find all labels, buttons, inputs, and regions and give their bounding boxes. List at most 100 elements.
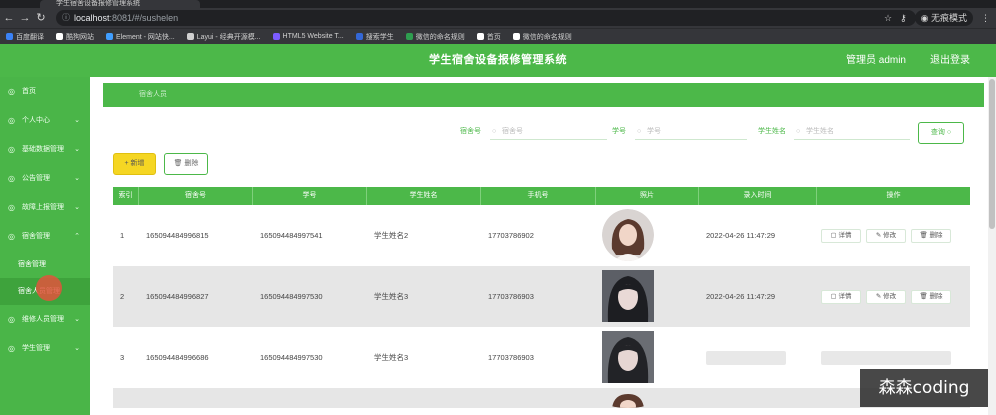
search-icon: ○ (946, 129, 952, 136)
cell-dorm: 165094484996686 (146, 353, 209, 362)
col-header-actions: 操作 (886, 192, 901, 199)
chevron-down-icon: ⌄ (74, 117, 80, 124)
menu-item-icon: ◎ (8, 145, 15, 154)
batch-delete-button[interactable]: 🗑 删除 (164, 153, 208, 175)
sidebar-item-dorm[interactable]: ◎ 宿舍管理 ⌃ (0, 222, 90, 251)
tab-title: 学生宿舍设备报修管理系统 (56, 0, 140, 7)
cell-student-no: 165094484997530 (260, 353, 323, 362)
bookmark-icon (56, 33, 63, 40)
cell-name: 学生姓名2 (374, 231, 409, 240)
sidebar-subitem-dorm-manage[interactable]: 宿舍管理 (0, 251, 90, 278)
bookmark-icon (512, 33, 520, 40)
logout-button[interactable]: 退出登录 (930, 44, 970, 77)
sidebar-item-profile[interactable]: ◎ 个人中心 ⌄ (0, 106, 90, 135)
row-delete-button[interactable]: 🗑 删除 (911, 229, 951, 243)
bookmarks-bar: 百度翻译 酷狗网站 Element - 网站快... Layui - 经典开源模...… (0, 28, 996, 44)
trash-icon: 🗑 (919, 293, 930, 300)
key-icon[interactable]: ⚷ (900, 13, 907, 24)
bookmark-label: 酷狗网站 (66, 33, 94, 41)
watermark: 森森coding (860, 369, 988, 407)
cell-index: 1 (120, 231, 125, 240)
breadcrumb: 宿舍人员 (103, 83, 984, 107)
dorm-placeholder: 宿舍号 (502, 128, 523, 135)
main-content: 宿舍人员 宿舍号 ○ 宿舍号 学号 ○ 学号 学生姓名 ○ 学生姓名 查询 ○ + 新… (90, 77, 996, 415)
student-no-placeholder: 学号 (647, 128, 661, 135)
star-icon[interactable]: ☆ (884, 13, 892, 24)
scrollbar-thumb[interactable] (989, 79, 995, 229)
detail-button[interactable]: ▢ 详情 (821, 229, 861, 243)
student-photo (602, 270, 654, 322)
cell-dorm: 165094484996815 (146, 231, 209, 240)
cell-name: 学生姓名3 (374, 353, 409, 362)
cell-name: 学生姓名3 (374, 292, 409, 301)
add-label: + 新增 (124, 160, 145, 167)
chevron-down-icon: ⌄ (74, 204, 80, 211)
add-button[interactable]: + 新增 (113, 153, 156, 175)
sidebar-item-label: 首页 (22, 88, 36, 95)
cell-dorm: 165094484996827 (146, 292, 209, 301)
back-icon[interactable]: ← (2, 11, 16, 25)
menu-item-icon: ◎ (8, 116, 15, 125)
sidebar-item-fault-report[interactable]: ◎ 故障上报管理 ⌄ (0, 193, 90, 222)
incognito-badge[interactable]: ◉ 无痕模式 (914, 10, 973, 26)
table-row: 2 165094484996827 165094484997530 学生姓名3 … (113, 266, 970, 327)
bookmark-item[interactable]: 首页 (476, 32, 501, 42)
table-row: 1 165094484996815 165094484997541 学生姓名2 … (113, 205, 970, 266)
bookmark-label: Element - 网站快... (116, 33, 175, 41)
detail-button[interactable]: ▢ 详情 (821, 290, 861, 304)
bookmark-item[interactable]: 搜索学生 (355, 32, 394, 42)
app-header: 学生宿舍设备报修管理系统 管理员 admin 退出登录 (0, 44, 996, 77)
query-button[interactable]: 查询 ○ (918, 122, 964, 144)
edit-button[interactable]: ✎ 修改 (866, 290, 906, 304)
bookmark-item[interactable]: Layui - 经典开源模... (186, 32, 261, 42)
query-label: 查询 (930, 129, 945, 136)
sidebar-item-students[interactable]: ◎ 学生管理 ⌄ (0, 334, 90, 363)
sidebar-item-basic-data[interactable]: ◎ 基础数据管理 ⌄ (0, 135, 90, 164)
cell-phone: 17703786902 (488, 231, 534, 240)
bookmark-item[interactable]: 百度翻译 (6, 32, 44, 42)
table-row: 3 165094484996686 165094484997530 学生姓名3 … (113, 327, 970, 388)
trash-icon: 🗑 (173, 160, 185, 167)
sidebar-item-repairers[interactable]: ◎ 维修人员管理 ⌄ (0, 305, 90, 334)
forward-icon[interactable]: → (18, 11, 32, 25)
bookmark-item[interactable]: 酷狗网站 (56, 32, 94, 42)
bookmark-item[interactable]: Element - 网站快... (106, 32, 175, 42)
sidebar-item-home[interactable]: ◎ 首页 (0, 77, 90, 106)
col-header-dorm: 宿舍号 (139, 187, 253, 205)
cell-student-no: 165094484997530 (260, 292, 323, 301)
cell-time: 2022-04-26 11:47:29 (706, 231, 776, 240)
sidebar-item-notice[interactable]: ◎ 公告管理 ⌄ (0, 164, 90, 193)
student-no-label: 学号 (612, 128, 626, 135)
bookmark-icon (405, 33, 413, 40)
reload-icon[interactable]: ↻ (34, 11, 48, 25)
row-delete-button[interactable]: 🗑 删除 (911, 290, 951, 304)
student-name-input[interactable]: ○ 学生姓名 (794, 125, 910, 140)
page-scrollbar[interactable] (988, 77, 996, 415)
table-header: 索引 宿舍号 学号 学生姓名 手机号 照片 录入时间 操作 (113, 187, 970, 205)
address-bar[interactable]: ⓘ localhost:8081/#/sushelen (56, 10, 916, 26)
dorm-input[interactable]: ○ 宿舍号 (490, 125, 607, 140)
bookmark-item[interactable]: 微信的命名规则 (405, 32, 465, 42)
menu-item-icon: ◎ (8, 232, 15, 241)
chevron-down-icon: ⌄ (74, 316, 80, 323)
search-icon: ○ (796, 128, 801, 135)
edit-button[interactable]: ✎ 修改 (866, 229, 906, 243)
bookmark-item[interactable]: 微信的命名规则 (512, 32, 572, 42)
menu-item-icon: ◎ (8, 344, 15, 353)
table-row (113, 388, 970, 408)
bookmark-label: 搜索学生 (365, 33, 394, 41)
bookmark-item[interactable]: HTML5 Website T... (272, 33, 344, 40)
menu-icon[interactable]: ⋮ (981, 13, 990, 24)
detail-label: 详情 (838, 293, 852, 300)
sidebar: ◎ 首页 ◎ 个人中心 ⌄ ◎ 基础数据管理 ⌄ ◎ 公告管理 ⌄ ◎ 故障上报管理 ⌄ ◎ 宿舍管… (0, 77, 90, 415)
search-icon: ○ (492, 128, 497, 135)
menu-item-icon: ◎ (8, 203, 15, 212)
blurred-actions (821, 351, 951, 365)
cursor-highlight (36, 275, 62, 301)
col-header-time: 录入时间 (699, 187, 817, 205)
student-no-input[interactable]: ○ 学号 (635, 125, 747, 140)
menu-item-icon: ◎ (8, 315, 15, 324)
info-icon: ⓘ (62, 13, 70, 22)
trash-icon: 🗑 (919, 232, 930, 239)
browser-tab[interactable]: 学生宿舍设备报修管理系统 (40, 0, 200, 8)
